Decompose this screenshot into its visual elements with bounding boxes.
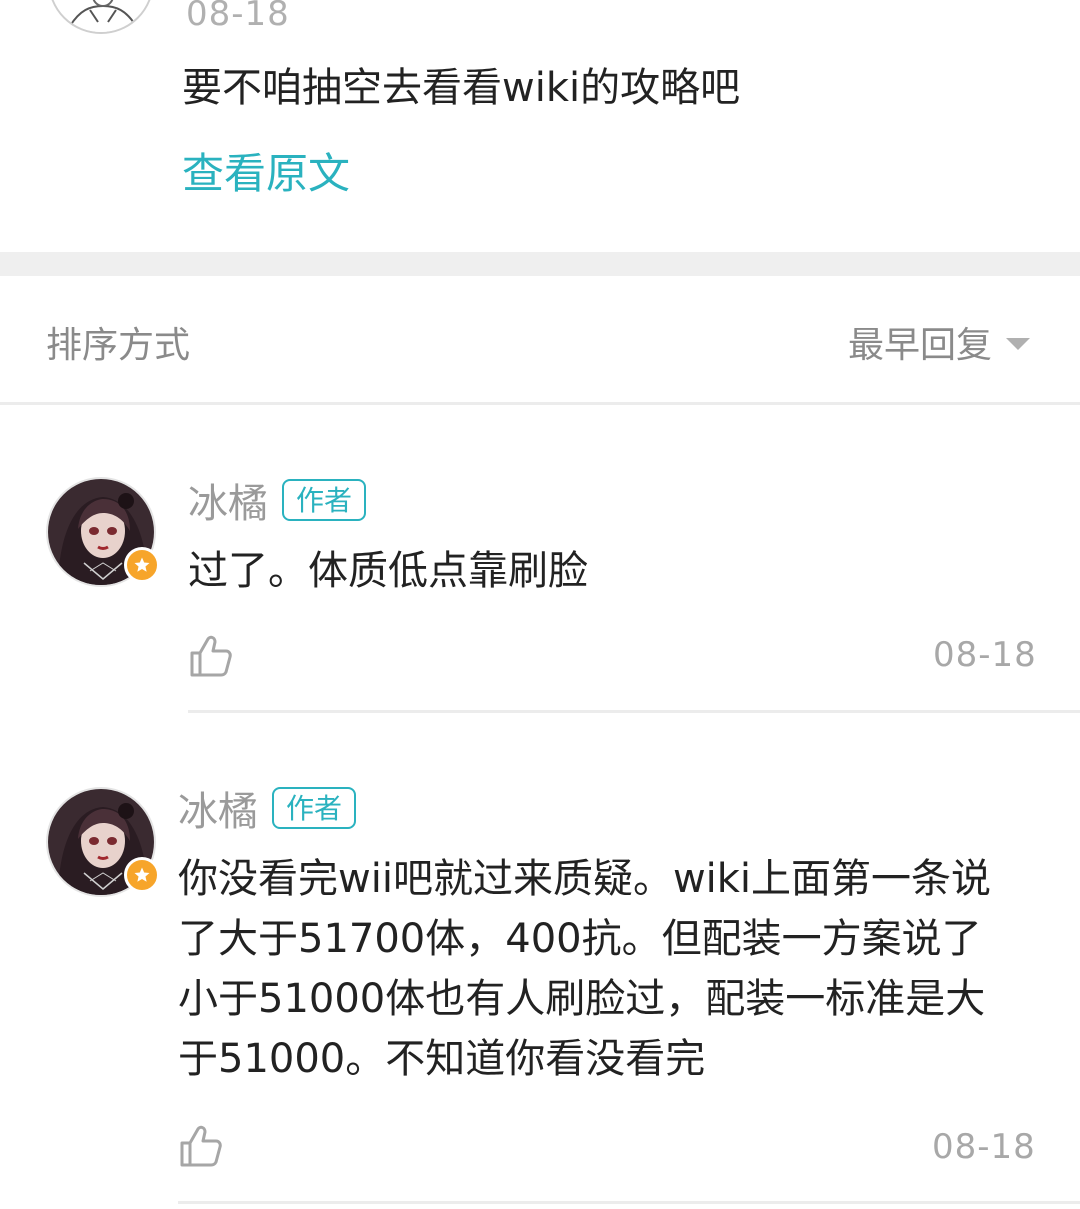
thumbs-up-icon[interactable] xyxy=(188,633,234,679)
reply-header: 冰橘 作者 xyxy=(178,779,357,837)
reply-divider xyxy=(188,710,1080,713)
caret-down-icon xyxy=(1006,338,1030,350)
reply-item: 冰橘 作者 过了。体质低点靠刷脸 08-18 xyxy=(0,405,1080,715)
username[interactable]: 冰橘 xyxy=(188,471,268,529)
author-tag: 作者 xyxy=(282,479,367,521)
user-avatar[interactable] xyxy=(46,787,160,897)
reply-content-line: 小于51000体也有人刷脸过，配装一标准是大 xyxy=(178,976,986,1022)
star-icon xyxy=(124,547,160,583)
sort-bar: 排序方式 最早回复 xyxy=(0,276,1080,405)
reply-content: 过了。体质低点靠刷脸 xyxy=(188,548,588,594)
section-separator xyxy=(0,252,1080,276)
user-avatar[interactable] xyxy=(46,477,160,587)
original-post: 08-18 要不咱抽空去看看wiki的攻略吧 查看原文 xyxy=(0,0,1080,252)
post-content: 要不咱抽空去看看wiki的攻略吧 xyxy=(182,65,741,111)
reply-content-line: 你没看完wii吧就过来质疑。wiki上面第一条说 xyxy=(178,856,992,902)
reply-header: 冰橘 作者 xyxy=(188,471,367,529)
sort-dropdown[interactable]: 最早回复 xyxy=(848,316,1030,368)
reply-divider xyxy=(178,1201,1080,1204)
reply-date: 08-18 xyxy=(932,1127,1036,1167)
post-author-avatar[interactable] xyxy=(48,0,154,34)
sort-label: 排序方式 xyxy=(46,325,191,366)
reply-content: 你没看完wii吧就过来质疑。wiki上面第一条说 了大于51700体，400抗。… xyxy=(178,849,991,1089)
author-tag: 作者 xyxy=(272,787,357,829)
thumbs-up-icon[interactable] xyxy=(178,1123,224,1169)
username[interactable]: 冰橘 xyxy=(178,779,258,837)
post-date: 08-18 xyxy=(186,0,290,34)
star-icon xyxy=(124,857,160,893)
reply-date: 08-18 xyxy=(933,635,1037,675)
reply-content-line: 了大于51700体，400抗。但配装一方案说了 xyxy=(178,916,982,962)
view-original-link[interactable]: 查看原文 xyxy=(182,140,350,201)
sort-value: 最早回复 xyxy=(847,325,992,366)
reply-item: 冰橘 作者 你没看完wii吧就过来质疑。wiki上面第一条说 了大于51700体… xyxy=(0,715,1080,1209)
reply-content-line: 于51000。不知道你看没看完 xyxy=(178,1036,706,1082)
